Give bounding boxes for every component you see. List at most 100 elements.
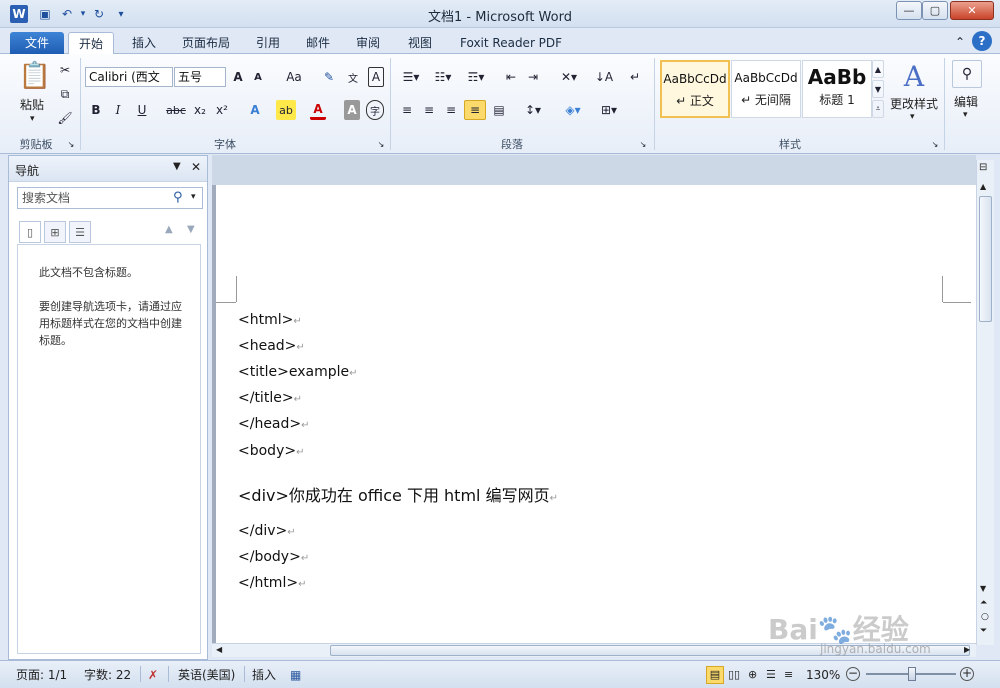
- style-normal[interactable]: AaBbCcDd ↵ 正文: [660, 60, 730, 118]
- font-name-combo[interactable]: Calibri (西文: [85, 67, 173, 87]
- tab-references[interactable]: 引用: [246, 32, 290, 54]
- grow-font-icon[interactable]: A: [230, 67, 246, 87]
- phonetic-guide-icon[interactable]: 文: [344, 67, 362, 87]
- justify-icon[interactable]: ≡: [464, 100, 486, 120]
- doc-line[interactable]: </head>↵: [238, 416, 310, 432]
- clear-formatting-icon[interactable]: ✎: [320, 67, 338, 87]
- bullets-icon[interactable]: ☰▾: [398, 67, 424, 87]
- outline-view-icon[interactable]: ☰: [766, 666, 776, 684]
- doc-line[interactable]: </body>↵: [238, 549, 309, 565]
- ruler-toggle-icon[interactable]: ⊟: [979, 162, 987, 173]
- paragraph-launcher-icon[interactable]: ↘: [638, 138, 648, 150]
- increase-indent-icon[interactable]: ⇥: [524, 67, 542, 87]
- styles-more-icon[interactable]: ⩡: [872, 100, 884, 118]
- italic-icon[interactable]: I: [110, 100, 126, 120]
- zoom-level[interactable]: 130%: [806, 666, 840, 684]
- proofing-icon[interactable]: ✗: [148, 666, 158, 684]
- doc-line[interactable]: </title>↵: [238, 390, 302, 406]
- scroll-up-icon[interactable]: ▲: [980, 182, 986, 191]
- sort-icon[interactable]: ↓A: [594, 67, 614, 87]
- tab-review[interactable]: 审阅: [346, 32, 390, 54]
- multilevel-list-icon[interactable]: ☶▾: [462, 67, 490, 87]
- font-size-combo[interactable]: 五号: [174, 67, 226, 87]
- decrease-indent-icon[interactable]: ⇤: [502, 67, 520, 87]
- asian-layout-icon[interactable]: ✕▾: [556, 67, 582, 87]
- print-layout-view-icon[interactable]: ▤: [706, 666, 724, 684]
- editing-label[interactable]: 编辑: [954, 93, 978, 110]
- shading-icon[interactable]: ◈▾: [560, 100, 586, 120]
- nav-close-icon[interactable]: ✕: [191, 160, 201, 174]
- align-right-icon[interactable]: ≡: [442, 100, 460, 120]
- paste-button-label[interactable]: 粘贴: [20, 96, 44, 113]
- help-icon[interactable]: ?: [972, 31, 992, 51]
- bold-icon[interactable]: B: [88, 100, 104, 120]
- change-styles-label[interactable]: 更改样式: [890, 95, 938, 112]
- search-dropdown-icon[interactable]: ▾: [191, 192, 196, 202]
- doc-line[interactable]: <title>example↵: [238, 364, 357, 380]
- superscript-icon[interactable]: x²: [214, 100, 230, 120]
- style-heading-1[interactable]: AaBb 标题 1: [802, 60, 872, 118]
- highlight-icon[interactable]: ab: [276, 100, 296, 120]
- scroll-left-icon[interactable]: ◀: [216, 645, 222, 654]
- macro-recording-icon[interactable]: ▦: [290, 666, 301, 684]
- doc-line[interactable]: <head>↵: [238, 338, 305, 354]
- zoom-in-icon[interactable]: +: [960, 667, 974, 681]
- browse-object-icon[interactable]: ○: [981, 612, 989, 622]
- tab-view[interactable]: 视图: [398, 32, 442, 54]
- doc-line[interactable]: <html>↵: [238, 312, 302, 328]
- format-painter-icon[interactable]: 🖌: [56, 108, 74, 128]
- align-left-icon[interactable]: ≡: [398, 100, 416, 120]
- line-spacing-icon[interactable]: ↕▾: [520, 100, 546, 120]
- align-center-icon[interactable]: ≡: [420, 100, 438, 120]
- vertical-scrollbar[interactable]: ⊟ ▲ ▼ ⏶ ○ ⏷: [976, 160, 994, 645]
- change-styles-icon[interactable]: A: [898, 58, 930, 94]
- doc-line[interactable]: <body>↵: [238, 443, 304, 459]
- tab-foxit[interactable]: Foxit Reader PDF: [450, 32, 572, 54]
- font-launcher-icon[interactable]: ↘: [376, 138, 386, 150]
- character-shading-icon[interactable]: A: [344, 100, 360, 120]
- tab-mailings[interactable]: 邮件: [296, 32, 340, 54]
- change-styles-dropdown-icon[interactable]: ▾: [910, 112, 915, 122]
- tab-page-layout[interactable]: 页面布局: [172, 32, 240, 54]
- subscript-icon[interactable]: x₂: [192, 100, 208, 120]
- zoom-slider-thumb[interactable]: [908, 667, 916, 681]
- tab-insert[interactable]: 插入: [122, 32, 166, 54]
- font-color-icon[interactable]: A: [310, 100, 326, 120]
- styles-scroll-up-icon[interactable]: ▲: [872, 60, 884, 78]
- borders-icon[interactable]: ⊞▾: [596, 100, 622, 120]
- clipboard-launcher-icon[interactable]: ↘: [66, 138, 76, 150]
- nav-prev-icon[interactable]: ▲: [165, 224, 173, 235]
- enclose-characters-icon[interactable]: 字: [366, 100, 384, 120]
- style-no-spacing[interactable]: AaBbCcDd ↵ 无间隔: [731, 60, 801, 118]
- character-border-icon[interactable]: A: [368, 67, 384, 87]
- cut-icon[interactable]: ✂: [56, 60, 74, 80]
- page-count[interactable]: 页面: 1/1: [16, 666, 67, 684]
- distributed-icon[interactable]: ▤: [490, 100, 508, 120]
- web-layout-icon[interactable]: ⊕: [748, 666, 757, 684]
- nav-tab-headings-icon[interactable]: ▯: [19, 221, 41, 243]
- full-screen-reading-icon[interactable]: ▯▯: [728, 666, 740, 684]
- nav-next-icon[interactable]: ▼: [187, 224, 195, 235]
- nav-tab-pages-icon[interactable]: ⊞: [44, 221, 66, 243]
- styles-launcher-icon[interactable]: ↘: [930, 138, 940, 150]
- tab-home[interactable]: 开始: [68, 32, 115, 55]
- doc-line[interactable]: </div>↵: [238, 523, 296, 539]
- word-count[interactable]: 字数: 22: [84, 666, 131, 684]
- next-page-icon[interactable]: ⏷: [980, 626, 987, 636]
- language-indicator[interactable]: 英语(美国): [178, 666, 235, 684]
- doc-line[interactable]: </html>↵: [238, 575, 306, 591]
- strikethrough-icon[interactable]: abc: [166, 100, 186, 120]
- prev-page-icon[interactable]: ⏶: [980, 598, 987, 608]
- zoom-out-icon[interactable]: −: [846, 667, 860, 681]
- text-effects-icon[interactable]: A: [246, 100, 264, 120]
- numbering-icon[interactable]: ☷▾: [430, 67, 456, 87]
- scroll-right-icon[interactable]: ▶: [964, 645, 970, 654]
- vertical-scroll-thumb[interactable]: [979, 196, 992, 322]
- shrink-font-icon[interactable]: A: [250, 67, 266, 87]
- close-button[interactable]: ✕: [950, 1, 994, 20]
- search-icon[interactable]: ⚲: [173, 190, 183, 205]
- paste-dropdown-icon[interactable]: ▾: [30, 114, 35, 124]
- underline-icon[interactable]: U: [134, 100, 150, 120]
- editing-dropdown-icon[interactable]: ▾: [963, 110, 968, 120]
- doc-line[interactable]: <div>你成功在 office 下用 html 编写网页↵: [238, 482, 558, 506]
